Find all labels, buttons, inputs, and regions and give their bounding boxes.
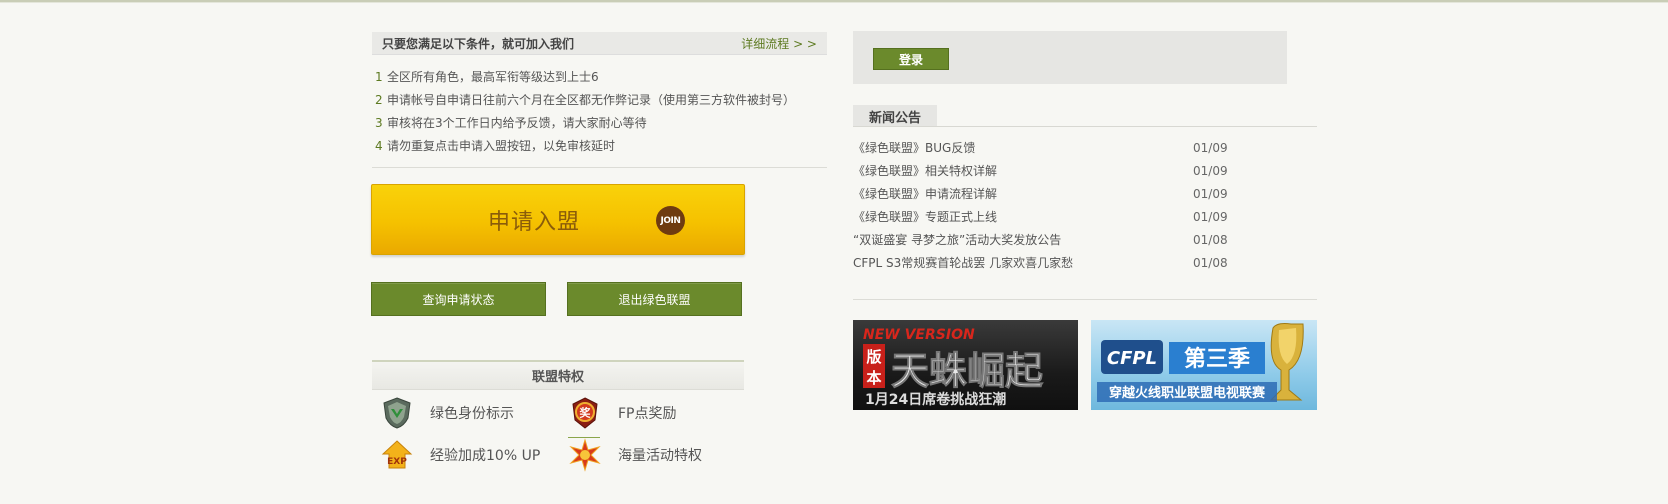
news-item[interactable]: “双诞盛宴 寻梦之旅”活动大奖发放公告 01/08 — [853, 229, 1233, 252]
svg-text:NEW VERSION: NEW VERSION — [863, 327, 975, 343]
svg-text:版: 版 — [866, 348, 881, 366]
list-item: 4 请勿重复点击申请入盟按钮，以免审核延时 — [375, 139, 616, 153]
list-item: 3 审核将在3个工作日内给予反馈，请大家耐心等待 — [375, 116, 647, 130]
news-list: 《绿色联盟》BUG反馈 01/09 《绿色联盟》相关特权详解 01/09 《绿色联盟… — [853, 137, 1233, 275]
news-item[interactable]: 《绿色联盟》BUG反馈 01/09 — [853, 137, 1233, 160]
svg-text:第三季: 第三季 — [1184, 346, 1250, 372]
news-item[interactable]: 《绿色联盟》申请流程详解 01/09 — [853, 183, 1233, 206]
privilege-activities: 海量活动特权 — [568, 438, 702, 472]
detail-process-link[interactable]: 详细流程 > > — [741, 35, 817, 52]
banner-cfpl-season3[interactable]: CFPL 第三季 穿越火线职业联盟电视联赛 — [1091, 320, 1317, 410]
divider — [372, 167, 827, 168]
banner-new-version-art: NEW VERSION 版 本 天蛛崛起 1月24日席卷挑战狂潮 — [863, 327, 1044, 408]
news-item[interactable]: CFPL S3常规赛首轮战罢 几家欢喜几家愁 01/08 — [853, 252, 1233, 275]
divider — [853, 126, 1317, 127]
svg-text:穿越火线职业联盟电视联赛: 穿越火线职业联盟电视联赛 — [1109, 385, 1266, 401]
quit-alliance-button[interactable]: 退出绿色联盟 — [567, 282, 742, 316]
news-item[interactable]: 《绿色联盟》相关特权详解 01/09 — [853, 160, 1233, 183]
privilege-exp-bonus: EXP 经验加成10% UP — [380, 438, 540, 472]
requirements-header: 只要您满足以下条件，就可加入我们 详细流程 > > — [372, 32, 827, 55]
svg-text:奖: 奖 — [580, 406, 592, 420]
privilege-label: 海量活动特权 — [618, 448, 702, 464]
privileges-header: 联盟特权 — [372, 360, 744, 390]
svg-text:本: 本 — [866, 369, 881, 387]
svg-text:1月24日席卷挑战狂潮: 1月24日席卷挑战狂潮 — [865, 391, 1006, 408]
divider — [853, 299, 1317, 300]
query-status-button[interactable]: 查询申请状态 — [371, 282, 546, 316]
shield-icon — [383, 397, 411, 429]
svg-text:CFPL: CFPL — [1107, 348, 1157, 369]
apply-join-button[interactable]: 申请入盟 JOIN — [371, 184, 745, 255]
news-tab[interactable]: 新闻公告 — [853, 105, 937, 127]
privilege-label: FP点奖励 — [618, 406, 677, 422]
svg-text:天蛛崛起: 天蛛崛起 — [891, 349, 1044, 393]
svg-text:EXP: EXP — [387, 457, 407, 467]
top-border — [0, 0, 1668, 3]
login-panel: 登录 — [853, 31, 1287, 84]
banner-new-version[interactable]: NEW VERSION 版 本 天蛛崛起 1月24日席卷挑战狂潮 — [853, 320, 1078, 410]
login-button[interactable]: 登录 — [873, 48, 949, 70]
award-badge-icon: 奖 — [572, 397, 598, 429]
news-item[interactable]: 《绿色联盟》专题正式上线 01/09 — [853, 206, 1233, 229]
requirements-title: 只要您满足以下条件，就可加入我们 — [382, 36, 575, 51]
exp-icon: EXP — [381, 440, 413, 469]
star-burst-icon — [569, 438, 601, 472]
list-item: 2 申请帐号自申请日往前六个月在全区都无作弊记录（使用第三方软件被封号） — [375, 93, 796, 107]
join-badge-icon: JOIN — [656, 206, 685, 235]
banner-cfpl-art: CFPL 第三季 穿越火线职业联盟电视联赛 — [1097, 323, 1304, 402]
privilege-fp-reward: 奖 FP点奖励 — [568, 396, 677, 430]
privilege-label: 绿色身份标示 — [430, 406, 514, 422]
privilege-label: 经验加成10% UP — [430, 448, 541, 464]
privilege-green-identity: 绿色身份标示 — [380, 396, 514, 430]
list-item: 1 全区所有角色，最高军衔等级达到上士6 — [375, 70, 599, 84]
requirements-list: 1 全区所有角色，最高军衔等级达到上士6 2 申请帐号自申请日往前六个月在全区都无作… — [375, 66, 815, 158]
apply-join-label: 申请入盟 — [487, 209, 580, 235]
